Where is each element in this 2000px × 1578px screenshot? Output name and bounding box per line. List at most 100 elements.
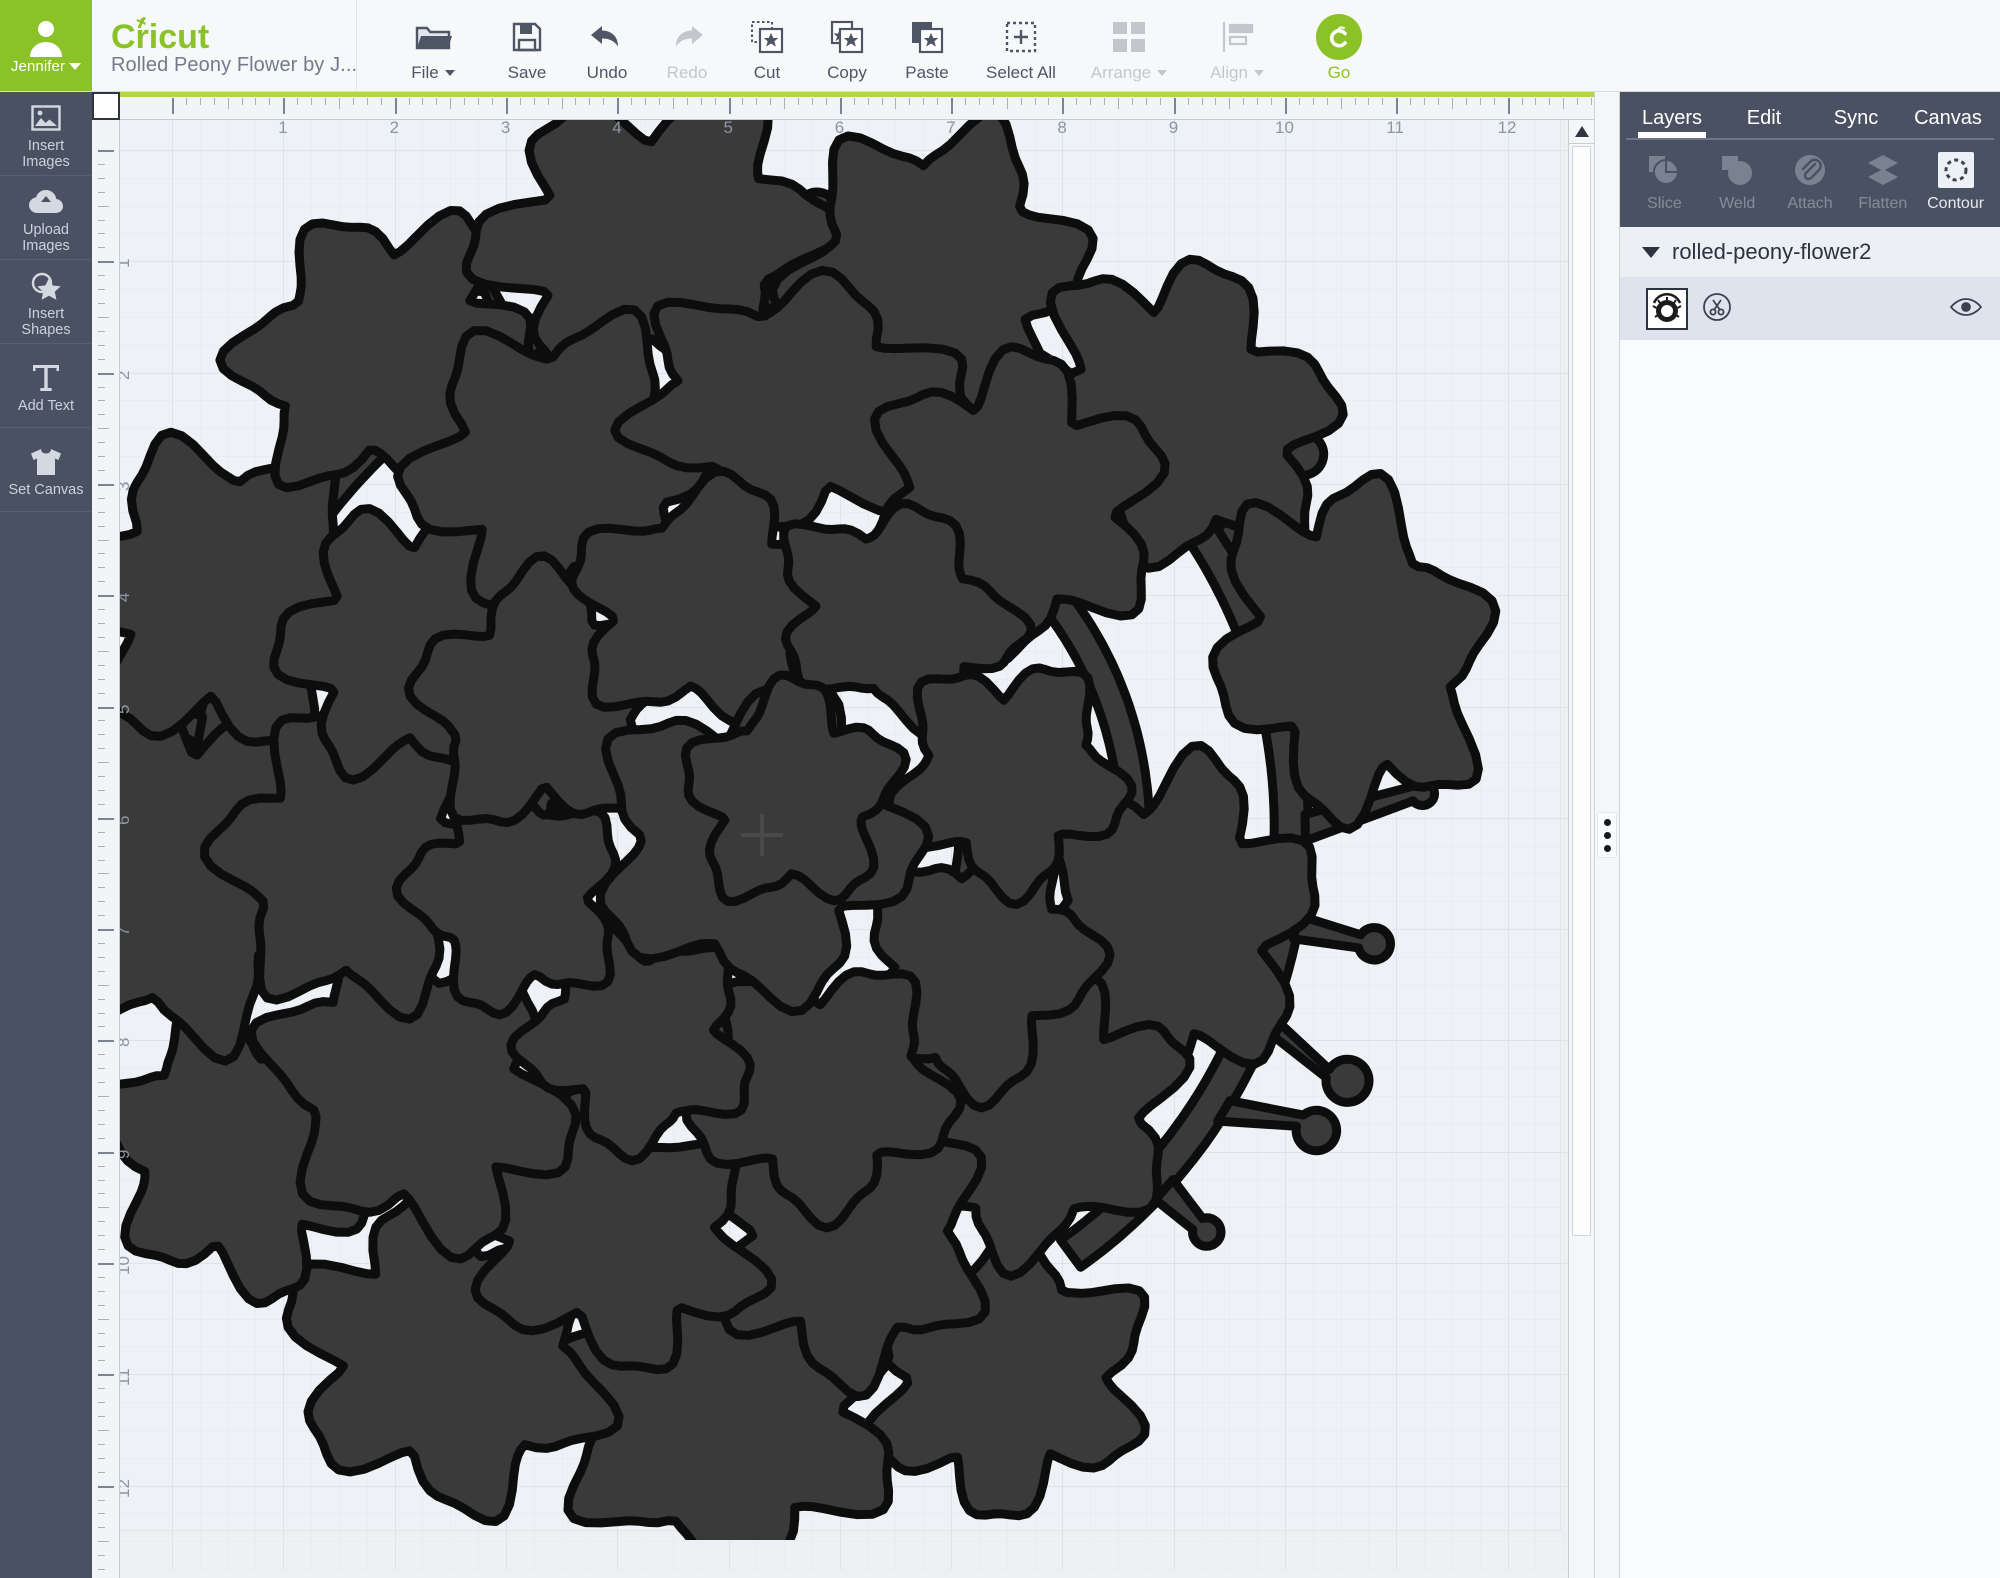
ruler-tick	[98, 1360, 105, 1362]
scissors-cut-icon[interactable]	[1702, 292, 1732, 327]
left-sidebar: Insert Images Upload Images Insert Shape…	[0, 92, 92, 1578]
sidebar-item-insert-images[interactable]: Insert Images	[0, 92, 92, 176]
canvas-area[interactable]: 12345678910111213123456789101112	[92, 92, 1594, 1578]
user-menu-button[interactable]: Jennifer	[0, 0, 92, 91]
ruler-label-h: 7	[946, 118, 956, 137]
undo-button[interactable]: Undo	[567, 4, 647, 88]
ruler-tick	[1229, 98, 1231, 109]
ruler-tick	[98, 998, 105, 1000]
handle-dot	[1603, 818, 1611, 826]
ruler-tick	[98, 943, 105, 944]
ruler-tick	[98, 1290, 105, 1292]
chevron-down-icon	[1157, 69, 1168, 76]
select-all-label: Select All	[986, 62, 1056, 82]
app-body: Insert Images Upload Images Insert Shape…	[0, 92, 2000, 1578]
user-name-label: Jennifer	[11, 58, 82, 75]
flower-svg[interactable]	[120, 120, 1560, 1540]
ruler-label-h: 2	[389, 118, 400, 137]
three-dots-handle-icon[interactable]	[1597, 812, 1617, 858]
ruler-tick	[98, 1485, 114, 1488]
scrollbar-thumb[interactable]	[1572, 146, 1591, 1236]
ruler-tick	[98, 1012, 105, 1014]
ruler-tick	[98, 692, 105, 694]
ruler-tick	[98, 650, 109, 652]
save-button[interactable]: Save	[487, 4, 567, 88]
ruler-tick	[617, 98, 620, 114]
ruler-tick	[98, 817, 114, 820]
ruler-tick	[98, 1429, 109, 1431]
ruler-label-h: 9	[1168, 118, 1179, 137]
ruler-label-h: 10	[1275, 118, 1294, 137]
ruler-tick	[98, 720, 105, 722]
ruler-tick	[98, 1402, 105, 1404]
ruler-tick	[98, 1388, 105, 1390]
sidebar-item-insert-shapes[interactable]: Insert Shapes	[0, 260, 92, 344]
grid-line-h-minor	[120, 1541, 1594, 1543]
tab-edit[interactable]: Edit	[1718, 107, 1810, 138]
ruler-tick	[98, 1054, 105, 1056]
ruler-tick	[881, 98, 883, 105]
weld-button: Weld	[1701, 150, 1774, 213]
top-toolbar: Jennifer Cricut Rolled Peony Flower by J…	[0, 0, 2000, 92]
ruler-tick	[478, 98, 480, 105]
ruler-tick	[98, 609, 105, 611]
contour-icon	[1937, 150, 1974, 190]
ruler-tick	[603, 98, 605, 105]
ruler-tick	[98, 1096, 109, 1098]
layer-row[interactable]	[1620, 278, 2000, 340]
ruler-tick	[98, 150, 114, 152]
ruler-origin-box[interactable]	[92, 92, 120, 120]
ruler-tick	[98, 581, 105, 583]
ruler-tick	[436, 98, 438, 105]
chevron-down-icon	[1253, 69, 1264, 76]
cricut-c-icon	[1316, 13, 1362, 60]
tab-sync[interactable]: Sync	[1810, 107, 1902, 138]
go-button[interactable]: Go	[1291, 4, 1387, 88]
arrange-icon	[1112, 16, 1146, 58]
ruler-tick	[98, 1555, 105, 1557]
ruler-tick	[1201, 98, 1203, 105]
layers-list: rolled-peony-flower2	[1620, 227, 2000, 1578]
horizontal-ruler[interactable]	[92, 92, 1594, 120]
document-title: Rolled Peony Flower by J...	[111, 54, 358, 76]
ruler-tick	[297, 98, 299, 105]
sidebar-item-set-canvas[interactable]: Set Canvas	[0, 428, 92, 512]
contour-button[interactable]: Contour	[1919, 150, 1992, 213]
ruler-tick	[422, 98, 424, 105]
ruler-tick	[98, 748, 105, 750]
ruler-tick	[1187, 98, 1189, 105]
sidebar-item-upload-images[interactable]: Upload Images	[0, 176, 92, 260]
sidebar-item-add-text[interactable]: Add Text	[0, 344, 92, 428]
scroll-up-button[interactable]	[1569, 120, 1594, 144]
redo-label: Redo	[666, 62, 708, 82]
cut-button[interactable]: Cut	[727, 4, 807, 88]
vertical-ruler[interactable]	[92, 92, 120, 1578]
eye-icon[interactable]	[1949, 296, 1983, 323]
panel-resize-divider[interactable]	[1594, 92, 1620, 1578]
canvas-sheet[interactable]	[120, 120, 1594, 1578]
flatten-button: Flatten	[1846, 150, 1919, 213]
copy-button[interactable]: Copy	[807, 4, 887, 88]
file-menu-button[interactable]: File	[379, 4, 487, 88]
select-all-button[interactable]: Select All	[967, 4, 1075, 88]
ruler-tick	[1145, 98, 1147, 105]
ruler-tick	[227, 98, 229, 109]
caret-down-icon[interactable]	[1642, 246, 1660, 258]
ruler-tick	[98, 372, 114, 375]
ruler-tick	[811, 98, 813, 105]
tab-layers[interactable]: Layers	[1626, 107, 1718, 138]
tab-canvas[interactable]: Canvas	[1902, 107, 1994, 138]
sidebar-set-canvas-label: Set Canvas	[8, 481, 84, 498]
layer-group-row[interactable]: rolled-peony-flower2	[1620, 227, 2000, 278]
ruler-tick	[98, 1165, 105, 1167]
ruler-label-h: 1	[278, 118, 288, 137]
ruler-tick	[1173, 98, 1176, 114]
align-label: Align	[1210, 62, 1248, 82]
paste-button[interactable]: Paste	[887, 4, 967, 88]
canvas-vertical-scrollbar[interactable]	[1568, 120, 1594, 1578]
artwork-rolled-peony-flower[interactable]	[120, 120, 1560, 1540]
attach-label: Attach	[1787, 195, 1833, 212]
align-icon	[1220, 16, 1254, 58]
ruler-tick	[98, 233, 105, 235]
slice-label: Slice	[1647, 195, 1682, 212]
